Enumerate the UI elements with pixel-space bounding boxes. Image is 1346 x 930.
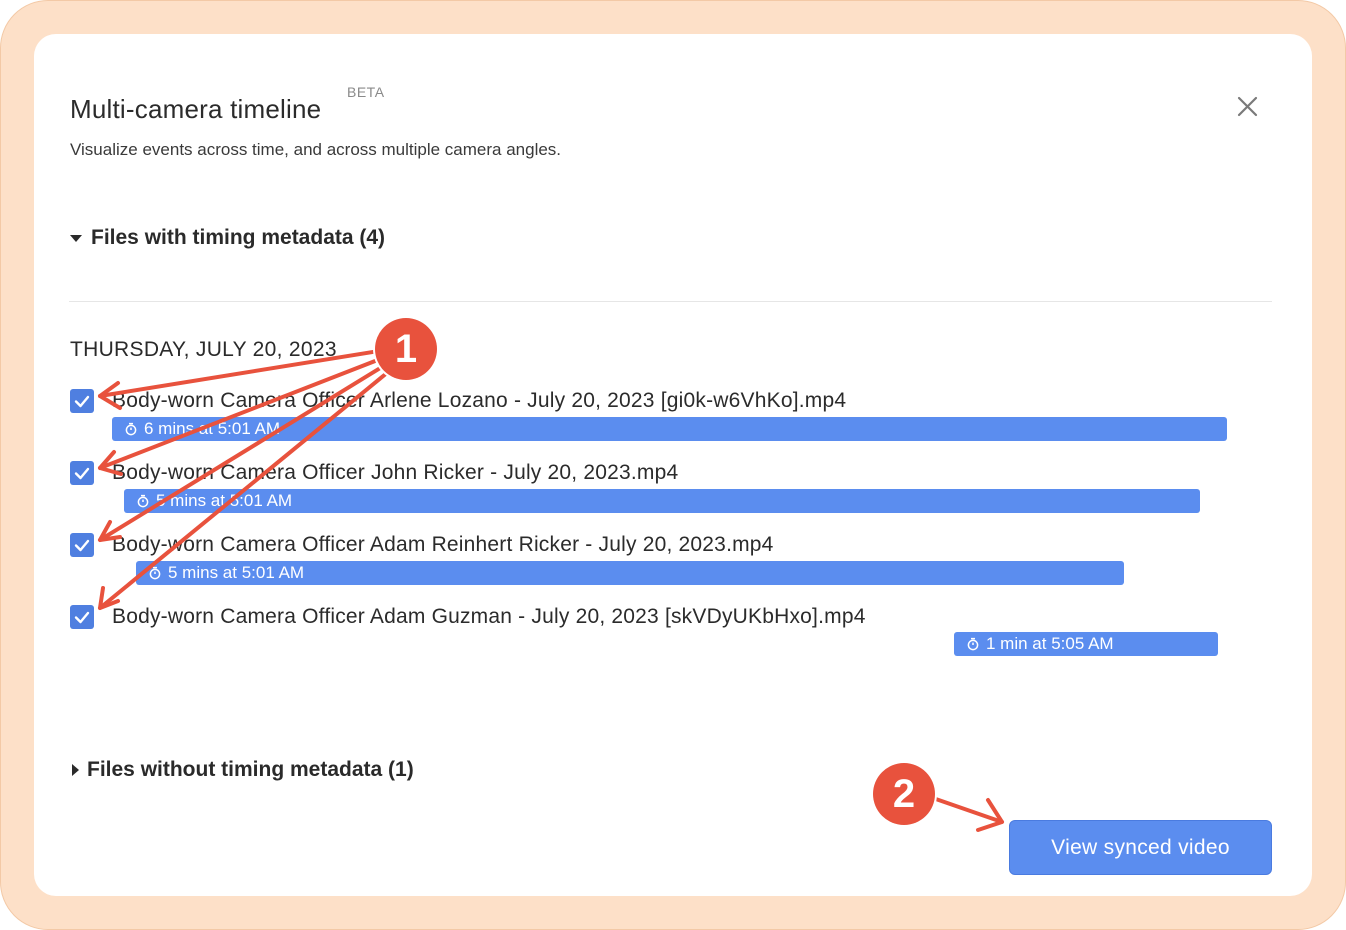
file-name: Body-worn Camera Officer Adam Reinhert R… bbox=[112, 533, 774, 556]
timeline-bar[interactable]: 5 mins at 5:01 AM bbox=[136, 561, 1124, 585]
file-name: Body-worn Camera Officer John Ricker - J… bbox=[112, 461, 679, 484]
timeline-bar[interactable]: 6 mins at 5:01 AM bbox=[112, 417, 1227, 441]
dialog-title: Multi-camera timeline bbox=[70, 94, 322, 124]
timeline-bar-label: 6 mins at 5:01 AM bbox=[144, 419, 281, 438]
annotation-badge-2: 2 bbox=[873, 763, 935, 825]
checkmark-icon bbox=[74, 395, 90, 408]
timer-icon bbox=[149, 566, 161, 580]
close-button[interactable] bbox=[1232, 92, 1264, 124]
timer-icon bbox=[125, 422, 137, 436]
file-row: Body-worn Camera Officer Adam Guzman - J… bbox=[70, 602, 866, 632]
file-row: Body-worn Camera Officer Adam Reinhert R… bbox=[70, 530, 774, 560]
caret-down-icon bbox=[70, 234, 82, 242]
section-files-with-metadata[interactable]: Files with timing metadata (4) bbox=[70, 226, 385, 250]
annotation-badge-1: 1 bbox=[375, 318, 437, 380]
section-label-with-metadata: Files with timing metadata (4) bbox=[91, 226, 386, 249]
file-name: Body-worn Camera Officer Arlene Lozano -… bbox=[112, 389, 847, 412]
timeline-bar[interactable]: 1 min at 5:05 AM bbox=[954, 632, 1218, 656]
view-synced-video-button[interactable]: View synced video bbox=[1009, 820, 1272, 875]
beta-badge: BETA bbox=[347, 84, 385, 100]
timeline-bar-label: 5 mins at 5:01 AM bbox=[156, 491, 293, 510]
dialog-subtitle: Visualize events across time, and across… bbox=[70, 140, 562, 159]
multi-camera-dialog: Multi-camera timeline BETA Visualize eve… bbox=[34, 34, 1312, 896]
file-row: Body-worn Camera Officer Arlene Lozano -… bbox=[70, 386, 846, 416]
file-name: Body-worn Camera Officer Adam Guzman - J… bbox=[112, 605, 866, 628]
file-checkbox[interactable] bbox=[70, 389, 94, 413]
section-files-without-metadata[interactable]: Files without timing metadata (1) bbox=[72, 758, 414, 782]
section-label-without-metadata: Files without timing metadata (1) bbox=[87, 758, 414, 781]
file-checkbox[interactable] bbox=[70, 605, 94, 629]
file-checkbox[interactable] bbox=[70, 533, 94, 557]
file-checkbox[interactable] bbox=[70, 461, 94, 485]
title-row: Multi-camera timeline BETA bbox=[70, 84, 384, 130]
file-row: Body-worn Camera Officer John Ricker - J… bbox=[70, 458, 678, 488]
caret-right-icon bbox=[72, 764, 79, 776]
checkmark-icon bbox=[74, 539, 90, 552]
divider bbox=[69, 301, 1272, 302]
timeline-bar-label: 1 min at 5:05 AM bbox=[986, 634, 1114, 653]
checkmark-icon bbox=[74, 467, 90, 480]
timeline-bar[interactable]: 5 mins at 5:01 AM bbox=[124, 489, 1200, 513]
timeline-bar-label: 5 mins at 5:01 AM bbox=[168, 563, 305, 582]
checkmark-icon bbox=[74, 611, 90, 624]
timer-icon bbox=[137, 494, 149, 508]
date-heading: THURSDAY, JULY 20, 2023 bbox=[70, 338, 337, 361]
timer-icon bbox=[967, 637, 979, 651]
close-icon bbox=[1237, 96, 1258, 117]
